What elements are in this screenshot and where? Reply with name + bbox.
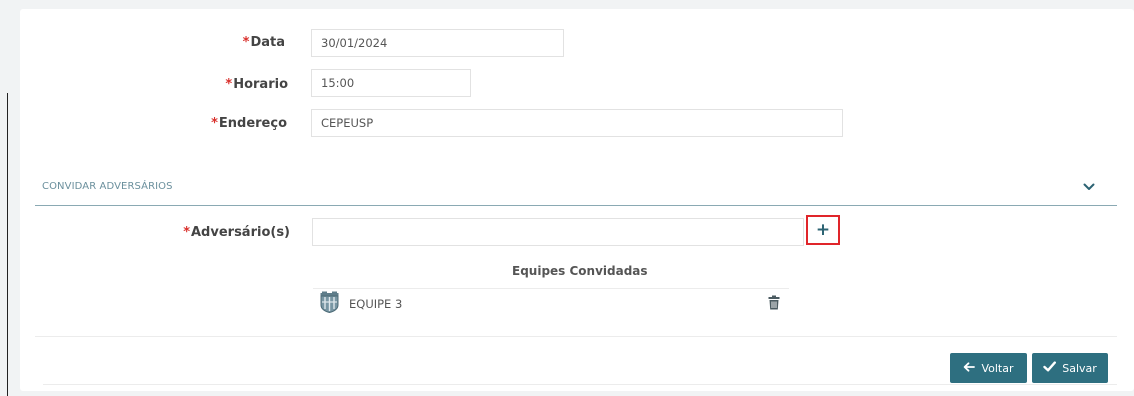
opponents-input[interactable] xyxy=(312,218,804,246)
invite-section-title: CONVIDAR ADVERSÁRIOS xyxy=(42,181,173,192)
bottom-divider xyxy=(43,384,1117,385)
time-label: *Horario xyxy=(180,77,288,92)
back-button-label: Voltar xyxy=(981,361,1014,375)
address-label-text: Endereço xyxy=(218,116,287,131)
required-marker: * xyxy=(242,35,250,50)
arrow-left-icon xyxy=(963,361,976,375)
date-input[interactable]: 30/01/2024 xyxy=(311,29,564,57)
team-crest-icon xyxy=(320,291,339,317)
footer-divider xyxy=(35,336,1117,337)
save-button[interactable]: Salvar xyxy=(1032,353,1108,383)
back-button[interactable]: Voltar xyxy=(950,353,1027,383)
check-icon xyxy=(1043,361,1057,375)
trash-icon[interactable] xyxy=(768,295,780,314)
time-value: 15:00 xyxy=(321,76,355,90)
required-marker: * xyxy=(183,225,190,240)
date-label-text: Data xyxy=(250,35,285,50)
address-input[interactable]: CEPEUSP xyxy=(311,109,843,137)
date-label: *Data xyxy=(180,35,285,50)
time-label-text: Horario xyxy=(233,77,288,92)
invited-teams-divider xyxy=(313,288,789,289)
required-marker: * xyxy=(211,116,218,131)
list-item: EQUIPE 3 xyxy=(320,291,790,317)
address-value: CEPEUSP xyxy=(321,116,374,130)
team-name: EQUIPE 3 xyxy=(349,297,403,311)
required-marker: * xyxy=(225,77,233,92)
address-label: *Endereço xyxy=(180,116,287,131)
save-button-label: Salvar xyxy=(1062,361,1097,375)
chevron-down-icon[interactable] xyxy=(1082,180,1096,194)
invited-teams-title: Equipes Convidadas xyxy=(512,264,648,278)
section-divider xyxy=(35,205,1117,206)
time-input[interactable]: 15:00 xyxy=(311,69,471,97)
date-value: 30/01/2024 xyxy=(321,36,388,50)
add-opponent-button[interactable]: + xyxy=(806,215,840,245)
opponents-label-text: Adversário(s) xyxy=(191,225,290,240)
opponents-label: *Adversário(s) xyxy=(150,225,290,240)
event-form-panel xyxy=(20,9,1134,391)
plus-icon: + xyxy=(815,219,831,240)
window-edge-line xyxy=(7,93,8,396)
